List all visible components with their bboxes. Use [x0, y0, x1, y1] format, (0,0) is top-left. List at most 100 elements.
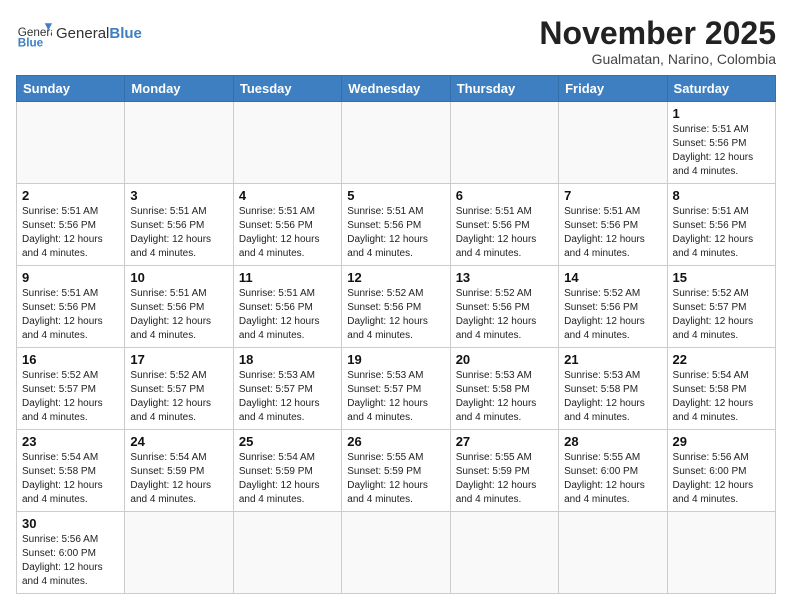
- day-info: Sunrise: 5:54 AM Sunset: 5:59 PM Dayligh…: [130, 451, 227, 507]
- table-row: 17Sunrise: 5:52 AM Sunset: 5:57 PM Dayli…: [125, 348, 233, 430]
- day-number: 27: [456, 434, 553, 449]
- day-number: 5: [347, 188, 444, 203]
- day-info: Sunrise: 5:51 AM Sunset: 5:56 PM Dayligh…: [239, 287, 336, 343]
- day-number: 13: [456, 270, 553, 285]
- table-row: 28Sunrise: 5:55 AM Sunset: 6:00 PM Dayli…: [559, 430, 667, 512]
- day-number: 24: [130, 434, 227, 449]
- table-row: [233, 102, 341, 184]
- week-row: 30Sunrise: 5:56 AM Sunset: 6:00 PM Dayli…: [17, 512, 776, 594]
- day-number: 25: [239, 434, 336, 449]
- header: General Blue GeneralBlue November 2025 G…: [16, 16, 776, 67]
- table-row: 24 Sunrise: 5:54 AM Sunset: 5:59 PM Dayli…: [125, 430, 233, 512]
- day-number: 22: [673, 352, 770, 367]
- table-row: 21 Sunrise: 5:53 AM Sunset: 5:58 PM Dayli…: [559, 348, 667, 430]
- table-row: 30Sunrise: 5:56 AM Sunset: 6:00 PM Dayli…: [17, 512, 125, 594]
- day-info: Sunrise: 5:53 AM Sunset: 5:58 PM Dayligh…: [456, 369, 553, 425]
- location-subtitle: Gualmatan, Narino, Colombia: [539, 51, 776, 67]
- table-row: 20 Sunrise: 5:53 AM Sunset: 5:58 PM Dayli…: [450, 348, 558, 430]
- table-row: 22 Sunrise: 5:54 AM Sunset: 5:58 PM Dayli…: [667, 348, 775, 430]
- table-row: 27 Sunrise: 5:55 AM Sunset: 5:59 PM Dayli…: [450, 430, 558, 512]
- table-row: 25 Sunrise: 5:54 AM Sunset: 5:59 PM Dayli…: [233, 430, 341, 512]
- title-area: November 2025 Gualmatan, Narino, Colombi…: [539, 16, 776, 67]
- day-info: Sunrise: 5:53 AM Sunset: 5:57 PM Dayligh…: [347, 369, 444, 425]
- day-info: Sunrise: 5:54 AM Sunset: 5:59 PM Dayligh…: [239, 451, 336, 507]
- day-number: 3: [130, 188, 227, 203]
- table-row: 19 Sunrise: 5:53 AM Sunset: 5:57 PM Dayli…: [342, 348, 450, 430]
- day-number: 29: [673, 434, 770, 449]
- day-number: 18: [239, 352, 336, 367]
- week-row: 9 Sunrise: 5:51 AM Sunset: 5:56 PM Daylig…: [17, 266, 776, 348]
- col-sunday: Sunday: [17, 76, 125, 102]
- table-row: 15Sunrise: 5:52 AM Sunset: 5:57 PM Dayli…: [667, 266, 775, 348]
- day-number: 6: [456, 188, 553, 203]
- day-number: 23: [22, 434, 119, 449]
- table-row: [559, 102, 667, 184]
- day-info: Sunrise: 5:52 AM Sunset: 5:56 PM Dayligh…: [347, 287, 444, 343]
- table-row: 4Sunrise: 5:51 AM Sunset: 5:56 PM Daylig…: [233, 184, 341, 266]
- day-number: 7: [564, 188, 661, 203]
- calendar-header-row: Sunday Monday Tuesday Wednesday Thursday…: [17, 76, 776, 102]
- day-info: Sunrise: 5:55 AM Sunset: 5:59 PM Dayligh…: [456, 451, 553, 507]
- logo: General Blue GeneralBlue: [16, 16, 142, 52]
- svg-text:Blue: Blue: [18, 37, 44, 50]
- col-wednesday: Wednesday: [342, 76, 450, 102]
- day-info: Sunrise: 5:56 AM Sunset: 6:00 PM Dayligh…: [673, 451, 770, 507]
- col-thursday: Thursday: [450, 76, 558, 102]
- table-row: 3 Sunrise: 5:51 AM Sunset: 5:56 PM Daylig…: [125, 184, 233, 266]
- table-row: 18Sunrise: 5:53 AM Sunset: 5:57 PM Dayli…: [233, 348, 341, 430]
- logo-blue: Blue: [109, 25, 142, 42]
- day-info: Sunrise: 5:54 AM Sunset: 5:58 PM Dayligh…: [673, 369, 770, 425]
- table-row: [667, 512, 775, 594]
- calendar: Sunday Monday Tuesday Wednesday Thursday…: [16, 75, 776, 594]
- table-row: 1 Sunrise: 5:51 AM Sunset: 5:56 PM Daylig…: [667, 102, 775, 184]
- day-number: 26: [347, 434, 444, 449]
- day-number: 19: [347, 352, 444, 367]
- day-number: 20: [456, 352, 553, 367]
- col-saturday: Saturday: [667, 76, 775, 102]
- day-number: 1: [673, 106, 770, 121]
- table-row: [125, 102, 233, 184]
- day-number: 12: [347, 270, 444, 285]
- table-row: [125, 512, 233, 594]
- day-info: Sunrise: 5:51 AM Sunset: 5:56 PM Dayligh…: [456, 205, 553, 261]
- col-tuesday: Tuesday: [233, 76, 341, 102]
- table-row: 12 Sunrise: 5:52 AM Sunset: 5:56 PM Dayli…: [342, 266, 450, 348]
- day-info: Sunrise: 5:51 AM Sunset: 5:56 PM Dayligh…: [22, 205, 119, 261]
- day-info: Sunrise: 5:52 AM Sunset: 5:57 PM Dayligh…: [130, 369, 227, 425]
- day-number: 21: [564, 352, 661, 367]
- table-row: 11Sunrise: 5:51 AM Sunset: 5:56 PM Dayli…: [233, 266, 341, 348]
- day-info: Sunrise: 5:52 AM Sunset: 5:57 PM Dayligh…: [22, 369, 119, 425]
- day-number: 14: [564, 270, 661, 285]
- day-number: 8: [673, 188, 770, 203]
- table-row: 14Sunrise: 5:52 AM Sunset: 5:56 PM Dayli…: [559, 266, 667, 348]
- day-info: Sunrise: 5:51 AM Sunset: 5:56 PM Dayligh…: [673, 123, 770, 179]
- table-row: [17, 102, 125, 184]
- table-row: 9Sunrise: 5:51 AM Sunset: 5:56 PM Daylig…: [17, 266, 125, 348]
- table-row: 26Sunrise: 5:55 AM Sunset: 5:59 PM Dayli…: [342, 430, 450, 512]
- day-number: 30: [22, 516, 119, 531]
- table-row: [559, 512, 667, 594]
- logo-icon: General Blue: [16, 16, 52, 52]
- week-row: 23Sunrise: 5:54 AM Sunset: 5:58 PM Dayli…: [17, 430, 776, 512]
- table-row: 8 Sunrise: 5:51 AM Sunset: 5:56 PM Daylig…: [667, 184, 775, 266]
- table-row: [342, 102, 450, 184]
- day-number: 10: [130, 270, 227, 285]
- day-number: 28: [564, 434, 661, 449]
- col-friday: Friday: [559, 76, 667, 102]
- table-row: [342, 512, 450, 594]
- day-number: 15: [673, 270, 770, 285]
- table-row: 5 Sunrise: 5:51 AM Sunset: 5:56 PM Daylig…: [342, 184, 450, 266]
- week-row: 2Sunrise: 5:51 AM Sunset: 5:56 PM Daylig…: [17, 184, 776, 266]
- day-number: 4: [239, 188, 336, 203]
- day-number: 16: [22, 352, 119, 367]
- table-row: 6 Sunrise: 5:51 AM Sunset: 5:56 PM Daylig…: [450, 184, 558, 266]
- table-row: 29 Sunrise: 5:56 AM Sunset: 6:00 PM Dayli…: [667, 430, 775, 512]
- table-row: [450, 512, 558, 594]
- day-number: 9: [22, 270, 119, 285]
- day-info: Sunrise: 5:51 AM Sunset: 5:56 PM Dayligh…: [673, 205, 770, 261]
- day-info: Sunrise: 5:51 AM Sunset: 5:56 PM Dayligh…: [347, 205, 444, 261]
- table-row: 13Sunrise: 5:52 AM Sunset: 5:56 PM Dayli…: [450, 266, 558, 348]
- day-info: Sunrise: 5:53 AM Sunset: 5:58 PM Dayligh…: [564, 369, 661, 425]
- table-row: 23Sunrise: 5:54 AM Sunset: 5:58 PM Dayli…: [17, 430, 125, 512]
- day-info: Sunrise: 5:51 AM Sunset: 5:56 PM Dayligh…: [130, 205, 227, 261]
